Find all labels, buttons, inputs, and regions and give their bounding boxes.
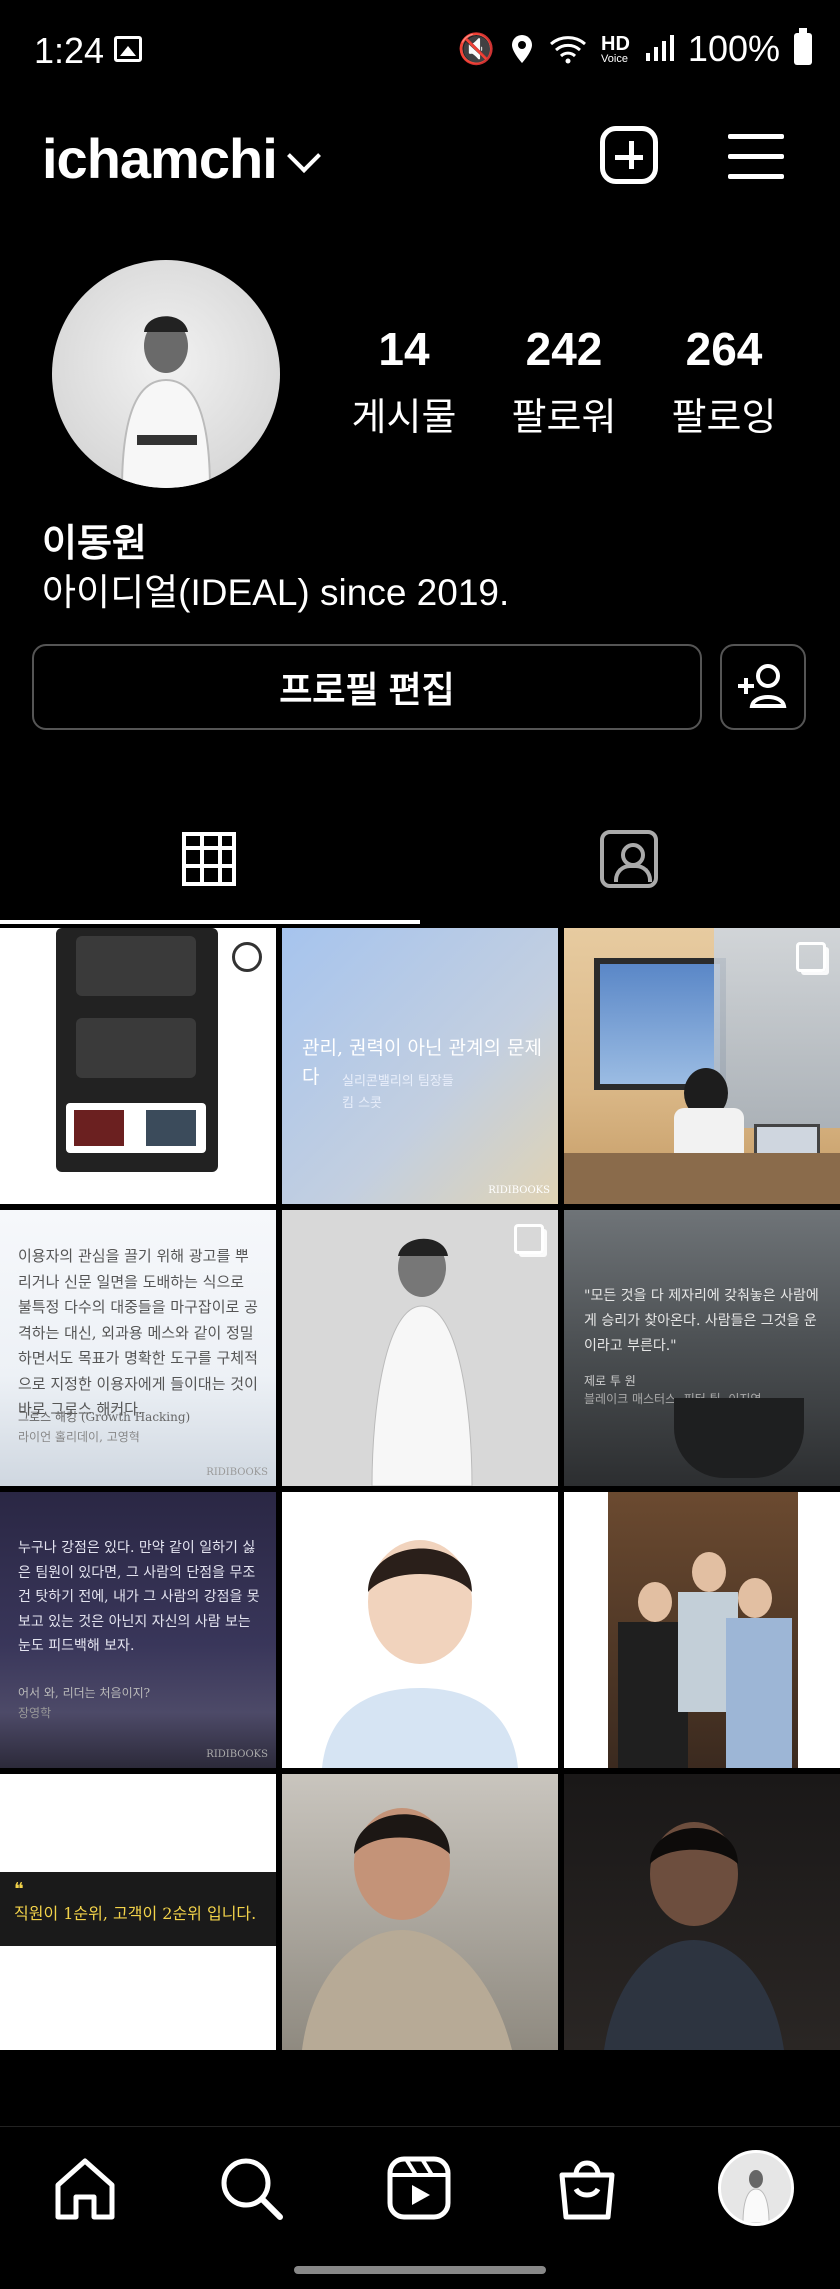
post-thumbnail[interactable]: 관리, 권력이 아닌 관계의 문제다 실리콘밸리의 팀장들 킴 스콧 RIDIB… bbox=[282, 928, 558, 1204]
status-bar: 1:24 🔇 HD Voice 100% bbox=[0, 0, 840, 104]
post-book: 그로스 해킹 (Growth Hacking) bbox=[18, 1410, 191, 1424]
ridi-logo: RIDIBOOKS bbox=[206, 1748, 268, 1760]
profile-name: 이동원 bbox=[42, 523, 147, 565]
location-icon bbox=[512, 35, 533, 63]
profile-bio: 아이디얼(IDEAL) since 2019. bbox=[42, 572, 510, 613]
shop-icon[interactable] bbox=[552, 2153, 622, 2223]
tab-tagged[interactable] bbox=[420, 800, 840, 924]
mute-vibrate-icon: 🔇 bbox=[457, 32, 496, 66]
multi-post-icon bbox=[514, 1224, 544, 1254]
tab-grid[interactable] bbox=[0, 800, 420, 924]
posts-label: 게시물 bbox=[351, 397, 457, 439]
gallery-icon bbox=[114, 36, 142, 62]
following-count: 264 bbox=[685, 323, 763, 375]
following-label: 팔로잉 bbox=[671, 397, 777, 439]
post-book: 실리콘밸리의 팀장들 bbox=[342, 1074, 454, 1089]
post-thumbnail[interactable]: 누구나 강점은 있다. 만약 같이 일하기 싫은 팀원이 있다면, 그 사람의 … bbox=[0, 1492, 276, 1768]
post-caption: 이용자의 관심을 끌기 위해 광고를 뿌리거나 신문 일면을 도배하는 식으로 … bbox=[18, 1247, 258, 1418]
selfie-photo bbox=[302, 1808, 512, 2050]
profile-tabs bbox=[0, 800, 840, 924]
battery-icon bbox=[794, 28, 812, 65]
grid-icon bbox=[182, 832, 236, 886]
post-author: 라이언 홀리데이, 고영혁 bbox=[18, 1430, 140, 1444]
post-thumbnail[interactable]: 이용자의 관심을 끌기 위해 광고를 뿌리거나 신문 일면을 도배하는 식으로 … bbox=[0, 1210, 276, 1486]
post-caption: 직원이 1순위, 고객이 2순위 입니다. bbox=[14, 1904, 257, 1923]
quote-mark: ❝ bbox=[14, 1879, 24, 1900]
post-book: 어서 와, 리더는 처음이지? bbox=[18, 1686, 151, 1700]
post-book: 제로 투 원 bbox=[584, 1374, 636, 1388]
post-caption: "모든 것을 다 제자리에 갖춰놓은 사람에게 승리가 찾아온다. 사람들은 그… bbox=[584, 1288, 819, 1355]
post-thumbnail[interactable] bbox=[282, 1774, 558, 2050]
home-icon[interactable] bbox=[50, 2153, 120, 2223]
username[interactable]: ichamchi bbox=[42, 126, 278, 191]
post-thumbnail[interactable] bbox=[282, 1492, 558, 1768]
add-post-icon[interactable] bbox=[600, 126, 658, 184]
post-thumbnail[interactable] bbox=[0, 928, 276, 1204]
multi-post-icon bbox=[796, 942, 826, 972]
followers-count: 242 bbox=[525, 323, 603, 375]
bottom-nav bbox=[0, 2126, 840, 2257]
post-thumbnail[interactable]: ❝ 직원이 1순위, 고객이 2순위 입니다. bbox=[0, 1774, 276, 2050]
profile-header: ichamchi bbox=[0, 104, 840, 214]
profile-avatar[interactable] bbox=[52, 260, 280, 488]
discover-people-button[interactable] bbox=[720, 644, 806, 730]
post-grid: 관리, 권력이 아닌 관계의 문제다 실리콘밸리의 팀장들 킴 스콧 RIDIB… bbox=[0, 928, 840, 2050]
post-thumbnail[interactable] bbox=[564, 928, 840, 1204]
chevron-down-icon[interactable] bbox=[287, 139, 321, 173]
post-author: 킴 스콧 bbox=[342, 1096, 383, 1111]
wifi-calling-icon bbox=[550, 36, 587, 64]
ridi-logo: RIDIBOOKS bbox=[206, 1466, 268, 1478]
reels-icon[interactable] bbox=[384, 2153, 454, 2223]
post-thumbnail[interactable]: "모든 것을 다 제자리에 갖춰놓은 사람에게 승리가 찾아온다. 사람들은 그… bbox=[564, 1210, 840, 1486]
person-add-icon bbox=[738, 664, 787, 708]
post-author: 장영학 bbox=[18, 1706, 52, 1720]
ridi-logo: RIDIBOOKS bbox=[488, 1184, 550, 1196]
signal-icon bbox=[645, 35, 674, 61]
status-time: 1:24 bbox=[34, 30, 105, 71]
followers-label: 팔로워 bbox=[511, 397, 617, 439]
hd-voice-icon: HD Voice bbox=[601, 32, 630, 65]
post-thumbnail[interactable] bbox=[564, 1774, 840, 2050]
dark-selfie-photo bbox=[604, 1822, 784, 2050]
posts-stat[interactable]: 14 게시물 bbox=[324, 322, 484, 441]
battery-text: 100% bbox=[687, 28, 780, 69]
following-stat[interactable]: 264 팔로잉 bbox=[644, 322, 804, 441]
post-thumbnail[interactable] bbox=[282, 1210, 558, 1486]
posts-count: 14 bbox=[378, 323, 430, 375]
id-photo bbox=[322, 1540, 518, 1768]
post-thumbnail[interactable] bbox=[564, 1492, 840, 1768]
menu-icon[interactable] bbox=[728, 130, 784, 182]
followers-stat[interactable]: 242 팔로워 bbox=[484, 322, 644, 441]
home-indicator[interactable] bbox=[294, 2266, 546, 2274]
profile-avatar[interactable] bbox=[718, 2150, 794, 2226]
search-icon[interactable] bbox=[216, 2153, 286, 2223]
post-caption: 누구나 강점은 있다. 만약 같이 일하기 싫은 팀원이 있다면, 그 사람의 … bbox=[18, 1540, 260, 1654]
edit-profile-button[interactable]: 프로필 편집 bbox=[32, 644, 702, 730]
tagged-icon bbox=[600, 830, 658, 888]
multi-post-icon bbox=[232, 942, 262, 972]
